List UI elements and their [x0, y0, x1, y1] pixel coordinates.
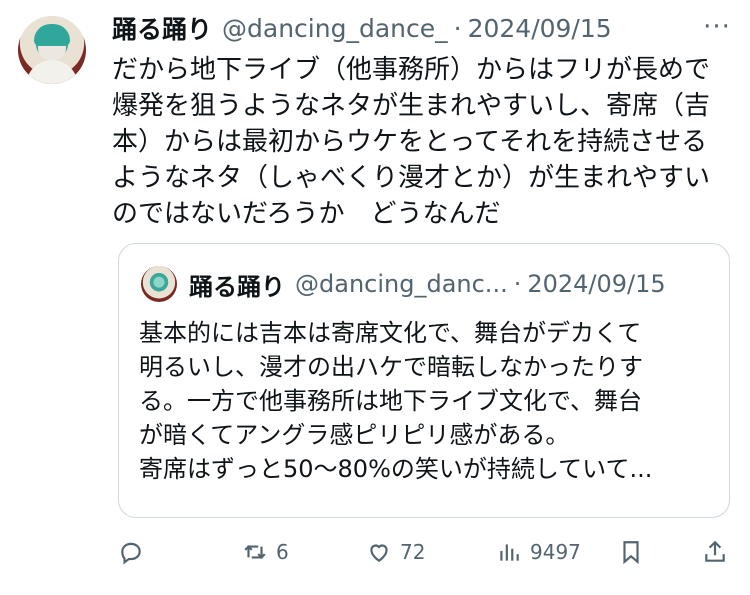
views-button[interactable]: 9497 — [496, 530, 581, 574]
bookmark-icon — [623, 541, 639, 565]
share-icon — [705, 540, 725, 562]
views-count: 9497 — [530, 540, 581, 564]
avatar-hair-shape — [34, 24, 70, 46]
quoted-header-separator: · — [513, 270, 522, 298]
more-options-icon[interactable]: ··· — [702, 12, 732, 42]
share-button[interactable] — [702, 530, 728, 574]
reply-button[interactable] — [118, 530, 152, 574]
retweet-count: 6 — [276, 540, 289, 564]
quoted-tweet-text: 基本的には吉本は寄席文化で、舞台がデカくて 明るいし、漫才の出ハケで暗転しなかっ… — [139, 319, 653, 483]
header-separator: · — [453, 13, 462, 43]
like-count: 72 — [400, 540, 426, 564]
quoted-author-name: 踊る踊り — [189, 272, 285, 301]
quoted-tweet-date: 2024/09/15 — [527, 270, 666, 298]
avatar-body-shape — [26, 60, 78, 84]
retweet-button[interactable]: 6 — [242, 530, 289, 574]
like-button[interactable]: 72 — [366, 530, 425, 574]
quoted-tweet-header: 踊る踊り @dancing_danc... · 2024/09/15 — [189, 266, 666, 302]
reply-icon — [121, 542, 141, 565]
quoted-tweet[interactable]: 踊る踊り @dancing_danc... · 2024/09/15 基本的には… — [118, 243, 730, 518]
author-name[interactable]: 踊る踊り — [112, 10, 212, 46]
tweet-date[interactable]: 2024/09/15 — [468, 14, 612, 43]
retweet-icon — [244, 545, 266, 559]
author-handle[interactable]: @dancing_dance_ — [222, 14, 448, 43]
like-icon — [370, 544, 388, 562]
tweet-header: 踊る踊り @dancing_dance_ · 2024/09/15 — [112, 10, 732, 46]
author-avatar[interactable] — [18, 16, 86, 84]
action-bar: 6 72 9497 — [112, 530, 732, 574]
quoted-author-handle: @dancing_danc... — [295, 270, 508, 298]
views-icon — [500, 544, 519, 561]
bookmark-button[interactable] — [618, 530, 644, 574]
quoted-author-avatar[interactable] — [141, 266, 177, 302]
tweet-text: だから地下ライブ（他事務所）からはフリが長めで 爆発を狙うようなネタが生まれやす… — [112, 55, 711, 229]
